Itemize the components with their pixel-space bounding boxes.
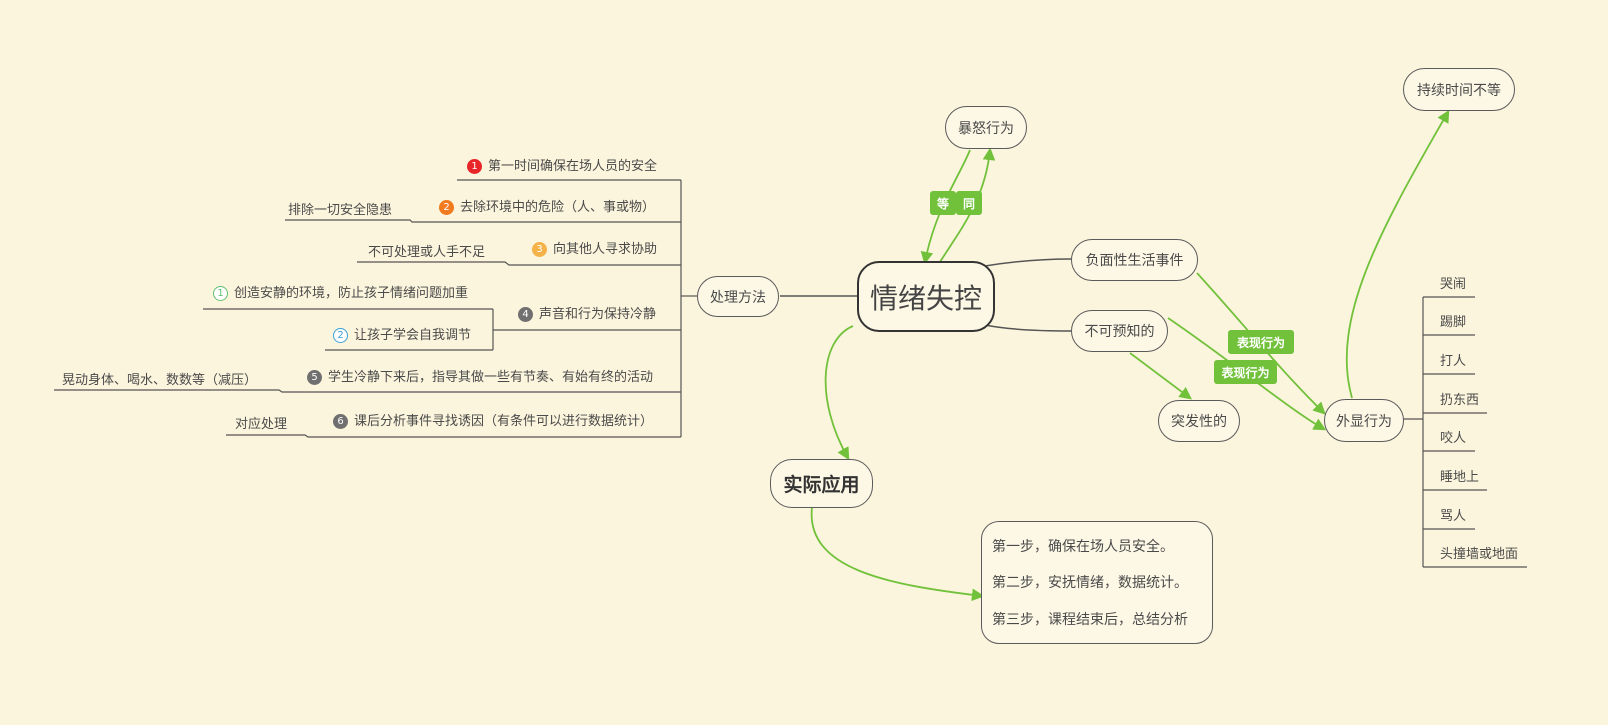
priority-6-icon: 6 [333,414,348,429]
practice-node[interactable]: 实际应用 [770,459,873,508]
external-behavior-node[interactable]: 外显行为 [1324,399,1404,442]
method-item-2-sub[interactable]: 排除一切安全隐患 [288,203,392,219]
behavior-item-cursing[interactable]: 骂人 [1440,509,1466,525]
method-item-3-text: 向其他人寻求协助 [553,242,658,257]
behavior-item-throwing[interactable]: 扔东西 [1440,393,1479,409]
priority-1-icon: 1 [467,159,482,174]
rage-node[interactable]: 暴怒行为 [945,106,1027,149]
behavior-tag-2[interactable]: 表现行为 [1214,360,1277,384]
progress-2-icon: 2 [333,328,348,343]
method-item-3[interactable]: 3 向其他人寻求协助 [532,242,657,258]
behavior-item-biting[interactable]: 咬人 [1440,431,1466,447]
behavior-item-hitting[interactable]: 打人 [1440,354,1466,370]
practice-step-3: 第三步，课程结束后，总结分析 [992,611,1188,628]
practice-step-1: 第一步，确保在场人员安全。 [992,539,1174,556]
method-node[interactable]: 处理方法 [697,276,779,317]
practice-step-2: 第二步，安抚情绪，数据统计。 [992,575,1188,592]
duration-node[interactable]: 持续时间不等 [1403,68,1515,111]
unpredictable-node[interactable]: 不可预知的 [1071,310,1168,352]
negative-event-node[interactable]: 负面性生活事件 [1071,239,1198,281]
method-item-4-text: 声音和行为保持冷静 [539,307,657,322]
priority-4-icon: 4 [518,307,533,322]
method-item-1-text: 第一时间确保在场人员的安全 [488,159,658,174]
method-item-6-text: 课后分析事件寻找诱因（有条件可以进行数据统计） [354,414,654,429]
behavior-item-crying[interactable]: 哭闹 [1440,277,1466,293]
method-item-4-sub-1[interactable]: 1 创造安静的环境，防止孩子情绪问题加重 [213,286,468,302]
connector-lines [54,109,1527,602]
method-item-5-sub[interactable]: 晃动身体、喝水、数数等（减压） [62,373,257,389]
method-item-4-sub-2-text: 让孩子学会自我调节 [354,328,472,343]
method-item-6-sub[interactable]: 对应处理 [235,417,287,433]
method-item-3-sub[interactable]: 不可处理或人手不足 [368,245,485,261]
behavior-item-head-banging[interactable]: 头撞墙或地面 [1440,547,1518,563]
method-item-4-sub-2[interactable]: 2 让孩子学会自我调节 [333,328,471,344]
method-item-2[interactable]: 2 去除环境中的危险（人、事或物） [439,200,655,216]
practice-steps-box[interactable]: 第一步，确保在场人员安全。 第二步，安抚情绪，数据统计。 第三步，课程结束后，总… [981,521,1213,644]
method-item-6[interactable]: 6 课后分析事件寻找诱因（有条件可以进行数据统计） [333,414,653,430]
progress-1-icon: 1 [213,286,228,301]
same-tag[interactable]: 同 [956,191,982,215]
behavior-item-lying-floor[interactable]: 睡地上 [1440,470,1479,486]
method-item-5[interactable]: 5 学生冷静下来后，指导其做一些有节奏、有始有终的活动 [307,370,653,386]
method-item-4[interactable]: 4 声音和行为保持冷静 [518,307,656,323]
equal-tag[interactable]: 等 [930,191,956,215]
method-item-5-text: 学生冷静下来后，指导其做一些有节奏、有始有终的活动 [328,370,654,385]
priority-3-icon: 3 [532,242,547,257]
method-item-1[interactable]: 1 第一时间确保在场人员的安全 [467,159,657,175]
priority-5-icon: 5 [307,370,322,385]
behavior-item-kicking[interactable]: 踢脚 [1440,315,1466,331]
sudden-node[interactable]: 突发性的 [1158,400,1240,442]
method-item-2-text: 去除环境中的危险（人、事或物） [460,200,656,215]
behavior-tag-1[interactable]: 表现行为 [1228,330,1294,354]
method-item-4-sub-1-text: 创造安静的环境，防止孩子情绪问题加重 [234,286,469,301]
priority-2-icon: 2 [439,200,454,215]
central-topic[interactable]: 情绪失控 [857,261,995,332]
